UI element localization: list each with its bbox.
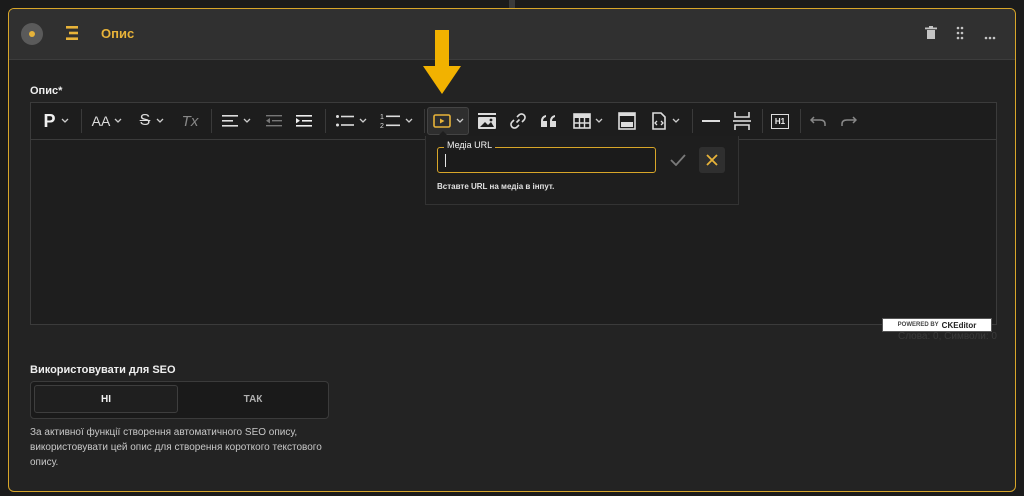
word-count: Слова: 0, Символи: 0 [898,331,997,342]
drag-handle-icon[interactable] [956,26,964,43]
paragraph-icon: P [43,110,56,131]
chevron-up-icon [29,31,35,37]
media-url-label: Медіа URL [444,140,496,150]
undo-icon [810,116,826,126]
confirm-button[interactable] [665,147,691,173]
media-url-hint: Вставте URL на медіа в інпут. [437,182,555,191]
horizontal-line-button[interactable] [697,107,725,135]
powered-by-text: POWERED BY [897,322,939,328]
numbered-list-dropdown[interactable]: 12 [374,107,418,135]
check-icon [670,154,686,166]
page-break-button[interactable] [728,107,756,135]
strikethrough-icon: S [139,112,151,129]
html-embed-icon [618,112,636,130]
indent-button[interactable] [290,107,318,135]
align-left-icon [221,115,238,127]
collapse-toggle-button[interactable] [21,23,43,45]
table-icon [573,113,591,129]
link-icon [510,113,526,129]
trash-icon[interactable] [925,26,937,43]
numbered-list-icon: 12 [380,114,400,129]
heading-button[interactable]: H1 [766,107,794,135]
media-url-input[interactable]: Медіа URL [437,140,656,173]
font-size-dropdown[interactable]: AA [86,107,128,135]
strikethrough-dropdown[interactable]: S [132,107,172,135]
insert-image-button[interactable] [473,107,501,135]
html-embed-button[interactable] [613,107,641,135]
source-code-icon [652,112,666,130]
toolbar-separator [211,109,212,133]
redo-button[interactable] [835,107,863,135]
blockquote-button[interactable] [535,107,563,135]
editor-label: Опис* [30,85,63,97]
panel-header: Опис [9,9,1015,60]
ckeditor-logo: CKEditor [941,320,977,330]
svg-text:2: 2 [380,123,384,129]
seo-option-yes[interactable]: ТАК [181,385,325,413]
toolbar-separator [81,109,82,133]
indent-icon [296,115,312,127]
horizontal-line-icon [702,120,720,122]
toolbar-separator [762,109,763,133]
powered-by-badge[interactable]: POWERED BY CKEditor [882,318,992,332]
bulleted-list-icon [335,115,354,127]
svg-text:1: 1 [380,114,384,121]
redo-icon [841,116,857,126]
media-icon [432,114,451,128]
editor-toolbar: P AA S Tx 1 2 H1 [31,103,996,140]
top-connector [509,0,515,8]
font-size-icon: AA [91,113,111,129]
bulleted-list-dropdown[interactable] [330,107,372,135]
toolbar-separator [800,109,801,133]
media-url-popup: Медіа URL Вставте URL на медіа в інпут. [425,136,739,205]
image-icon [478,113,496,129]
link-button[interactable] [504,107,532,135]
seo-option-no[interactable]: НІ [34,385,178,413]
heading-icon: H1 [770,113,790,129]
outdent-button[interactable] [260,107,288,135]
outdent-icon [266,115,282,127]
toolbar-separator [325,109,326,133]
quote-icon [541,115,556,127]
seo-label: Використовувати для SEO [30,364,176,376]
remove-format-icon: Tx [181,112,199,130]
text-block-icon [66,25,80,46]
toolbar-separator [692,109,693,133]
cancel-button[interactable] [699,147,725,173]
remove-format-button[interactable]: Tx [176,107,204,135]
undo-button[interactable] [804,107,832,135]
paragraph-dropdown[interactable]: P [37,107,75,135]
description-panel: Опис Опис* P AA S Tx 1 2 H1 Медіа URL Вс… [8,8,1016,492]
seo-toggle: НІ ТАК [30,381,329,419]
seo-help-text: За активної функції створення автоматичн… [30,427,322,468]
page-break-icon [733,112,751,130]
toolbar-separator [424,109,425,133]
table-dropdown[interactable] [567,107,609,135]
arrow-down-icon [423,30,461,94]
text-cursor [445,154,446,167]
alignment-dropdown[interactable] [216,107,256,135]
more-options-icon[interactable] [984,28,996,43]
source-editing-dropdown[interactable] [644,107,686,135]
close-icon [706,154,718,166]
panel-title: Опис [101,26,135,41]
